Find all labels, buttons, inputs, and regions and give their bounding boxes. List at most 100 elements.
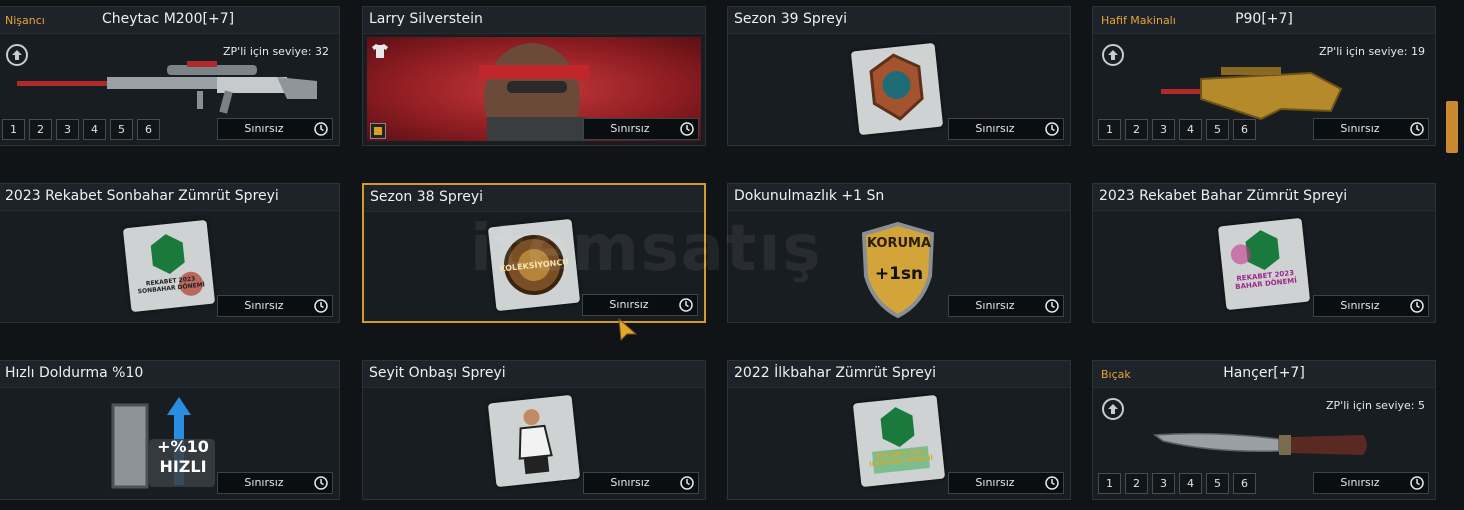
- upgrade-levels: 1 2 3 4 5 6: [2, 119, 160, 140]
- duration-label: Sınırsız: [1340, 122, 1380, 135]
- item-title: Sezon 38 Spreyi: [370, 189, 484, 205]
- knife-image: [1153, 432, 1367, 455]
- clock-icon: [314, 122, 328, 136]
- duration-button[interactable]: Sınırsız: [217, 118, 333, 140]
- card-header: Dokunulmazlık +1 Sn: [728, 184, 1070, 211]
- duration-label: Sınırsız: [975, 476, 1015, 489]
- item-title: Sezon 39 Spreyi: [734, 11, 848, 27]
- duration-button[interactable]: Sınırsız: [948, 472, 1064, 494]
- clock-icon: [1045, 476, 1059, 490]
- card-header: Hızlı Doldurma %10: [0, 361, 339, 388]
- item-title: 2023 Rekabet Bahar Zümrüt Spreyi: [1099, 188, 1348, 204]
- item-card-seyit-onbasi-spreyi[interactable]: Seyit Onbaşı Spreyi Sınırsız: [362, 360, 706, 500]
- card-header: Sezon 38 Spreyi: [364, 185, 704, 212]
- scrollbar-thumb[interactable]: [1446, 101, 1458, 153]
- item-title: 2022 İlkbahar Zümrüt Spreyi: [734, 365, 937, 381]
- level-box: 4: [1179, 119, 1202, 140]
- level-box: 5: [1206, 119, 1229, 140]
- level-box: 1: [1098, 119, 1121, 140]
- rarity-badge: [370, 123, 386, 139]
- card-header: 2023 Rekabet Sonbahar Zümrüt Spreyi: [0, 184, 339, 211]
- duration-button[interactable]: Sınırsız: [948, 118, 1064, 140]
- item-card-hancer[interactable]: Bıçak Hançer[+7] ZP'li için seviye: 5 1 …: [1092, 360, 1436, 500]
- duration-label: Sınırsız: [975, 299, 1015, 312]
- level-box: 2: [29, 119, 52, 140]
- clock-icon: [314, 299, 328, 313]
- sniper-rifle-image: [17, 61, 317, 114]
- badge-top-text: +%10: [157, 437, 209, 456]
- card-header: 2023 Rekabet Bahar Zümrüt Spreyi: [1093, 184, 1435, 211]
- duration-button[interactable]: Sınırsız: [583, 118, 699, 140]
- item-title: Seyit Onbaşı Spreyi: [369, 365, 506, 381]
- level-box: 4: [1179, 473, 1202, 494]
- duration-button[interactable]: Sınırsız: [582, 294, 698, 316]
- clock-icon: [1410, 476, 1424, 490]
- clock-icon: [1410, 299, 1424, 313]
- item-card-2022-ilkbahar[interactable]: 2022 İlkbahar Zümrüt Spreyi REKABET 2022…: [727, 360, 1071, 500]
- item-title: Cheytac M200[+7]: [101, 11, 235, 27]
- card-header: Nişancı Cheytac M200[+7]: [0, 7, 339, 34]
- duration-label: Sınırsız: [244, 122, 284, 135]
- level-box: 3: [1152, 119, 1175, 140]
- duration-label: Sınırsız: [610, 476, 650, 489]
- level-box: 4: [83, 119, 106, 140]
- item-title: P90[+7]: [1235, 11, 1293, 27]
- card-header: Sezon 39 Spreyi: [728, 7, 1070, 34]
- duration-label: Sınırsız: [244, 476, 284, 489]
- upgrade-levels: 1 2 3 4 5 6: [1098, 119, 1256, 140]
- duration-button[interactable]: Sınırsız: [583, 472, 699, 494]
- item-card-2023-rekabet-bahar[interactable]: 2023 Rekabet Bahar Zümrüt Spreyi REKABET…: [1092, 183, 1436, 323]
- mouse-cursor-icon: [618, 318, 638, 342]
- duration-button[interactable]: Sınırsız: [217, 295, 333, 317]
- card-header: Bıçak Hançer[+7]: [1093, 361, 1435, 388]
- duration-label: Sınırsız: [244, 299, 284, 312]
- item-title: Dokunulmazlık +1 Sn: [734, 188, 885, 204]
- upgrade-arrow-icon[interactable]: [1102, 398, 1124, 420]
- upgrade-levels: 1 2 3 4 5 6: [1098, 473, 1256, 494]
- upgrade-arrow-icon[interactable]: [1102, 44, 1124, 66]
- item-card-cheytac[interactable]: Nişancı Cheytac M200[+7] ZP'li için sevi…: [0, 6, 340, 146]
- duration-label: Sınırsız: [1340, 476, 1380, 489]
- duration-button[interactable]: Sınırsız: [1313, 295, 1429, 317]
- duration-label: Sınırsız: [1340, 299, 1380, 312]
- watermark: itemsatış: [470, 212, 823, 286]
- duration-label: Sınırsız: [609, 298, 649, 311]
- item-card-p90[interactable]: Hafif Makinalı P90[+7] ZP'li için seviye…: [1092, 6, 1436, 146]
- duration-button[interactable]: Sınırsız: [217, 472, 333, 494]
- clock-icon: [1045, 299, 1059, 313]
- card-header: 2022 İlkbahar Zümrüt Spreyi: [728, 361, 1070, 388]
- level-requirement: ZP'li için seviye: 19: [1319, 45, 1425, 58]
- item-card-2023-rekabet-sonbahar[interactable]: 2023 Rekabet Sonbahar Zümrüt Spreyi REKA…: [0, 183, 340, 323]
- card-header: Seyit Onbaşı Spreyi: [363, 361, 705, 388]
- level-box: 3: [1152, 473, 1175, 494]
- level-box: 1: [2, 119, 25, 140]
- duration-button[interactable]: Sınırsız: [1313, 472, 1429, 494]
- duration-button[interactable]: Sınırsız: [1313, 118, 1429, 140]
- spray-image: REKABET 2023 SONBAHAR DÖNEMİ: [122, 219, 216, 313]
- item-card-sezon-39-spreyi[interactable]: Sezon 39 Spreyi Sınırsız: [727, 6, 1071, 146]
- level-box: 2: [1125, 119, 1148, 140]
- smg-image: [1161, 67, 1343, 121]
- clock-icon: [1045, 122, 1059, 136]
- badge-bottom-text: HIZLI: [159, 457, 207, 476]
- duration-label: Sınırsız: [610, 122, 650, 135]
- level-box: 6: [1233, 473, 1256, 494]
- card-header: Hafif Makinalı P90[+7]: [1093, 7, 1435, 34]
- spray-image: REKABET 2023 BAHAR DÖNEMİ: [1217, 217, 1311, 311]
- clock-icon: [679, 298, 693, 312]
- level-box: 3: [56, 119, 79, 140]
- duration-label: Sınırsız: [975, 122, 1015, 135]
- item-card-hizli-doldurma[interactable]: Hızlı Doldurma %10 +%10 HIZLI Sınırsız: [0, 360, 340, 500]
- clock-icon: [680, 476, 694, 490]
- level-box: 2: [1125, 473, 1148, 494]
- item-title: 2023 Rekabet Sonbahar Zümrüt Spreyi: [5, 188, 279, 204]
- item-title: Hançer[+7]: [1223, 365, 1305, 381]
- spray-image: [487, 394, 581, 488]
- clock-icon: [314, 476, 328, 490]
- level-box: 6: [1233, 119, 1256, 140]
- spray-image: [850, 42, 944, 136]
- duration-button[interactable]: Sınırsız: [948, 295, 1064, 317]
- item-title: Larry Silverstein: [369, 11, 483, 27]
- level-box: 6: [137, 119, 160, 140]
- item-card-larry-silverstein[interactable]: Larry Silverstein Sınırsız: [362, 6, 706, 146]
